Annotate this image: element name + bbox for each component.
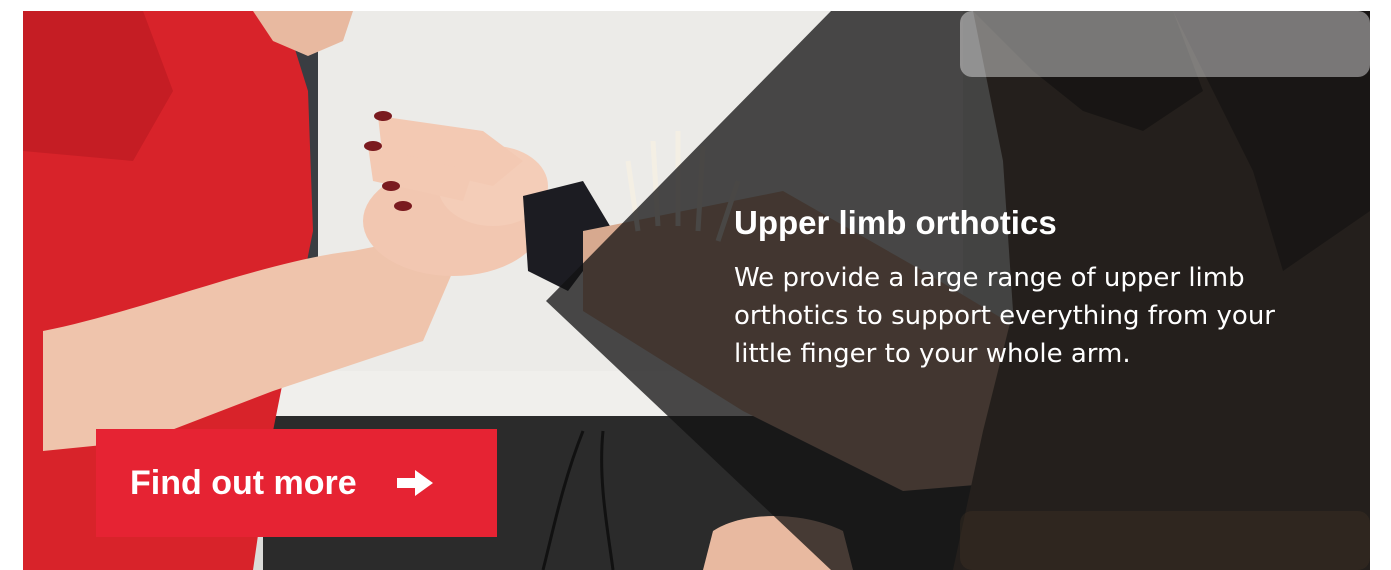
banner-title: Upper limb orthotics — [734, 204, 1057, 241]
arrow-right-icon — [395, 468, 435, 498]
banner-description: We provide a large range of upper limb o… — [734, 263, 1275, 369]
find-out-more-button[interactable]: Find out more — [96, 429, 497, 537]
banner-copy: Upper limb orthotics We provide a large … — [734, 201, 1334, 373]
find-out-more-label: Find out more — [130, 463, 357, 502]
